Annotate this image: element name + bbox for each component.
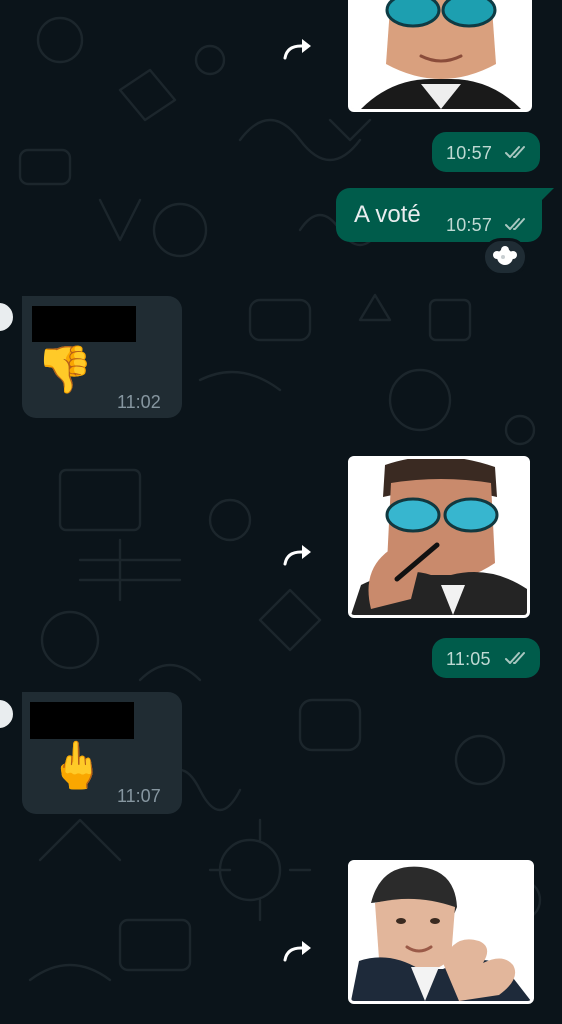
middle-finger-emoji: 🖕 [48,739,106,791]
message-time: 11:02 [117,392,161,412]
forward-arrow-icon [283,941,311,962]
thumbs-down-emoji: 👎 [36,343,94,395]
message-time: 10:57 [446,143,493,163]
message-time: 11:05 [446,649,491,669]
sticker-image [351,459,527,615]
double-check-icon [505,146,525,158]
forward-arrow-icon [283,545,311,566]
double-check-icon [505,218,525,230]
double-check-icon [505,652,525,664]
avatar[interactable] [0,697,16,731]
sender-name-redacted [30,702,134,739]
bubble-tail [540,188,554,202]
sticker-image [351,0,529,109]
forward-button[interactable] [280,936,316,966]
message-reaction[interactable] [482,238,528,276]
message-text: A voté [354,201,421,228]
forward-button[interactable] [280,34,316,64]
avatar[interactable] [0,300,16,334]
sticker-sunglasses-man-2[interactable] [348,456,530,618]
sparkle-ball-icon [493,246,517,265]
message-time: 10:57 [446,215,493,235]
forward-button[interactable] [280,540,316,570]
sticker-heart-hands-man[interactable] [348,860,534,1004]
sender-name-redacted [32,306,136,342]
forward-arrow-icon [283,39,311,60]
sticker-sunglasses-man-1[interactable] [348,0,532,112]
message-time: 11:07 [117,786,161,806]
sticker-image [351,863,531,1001]
